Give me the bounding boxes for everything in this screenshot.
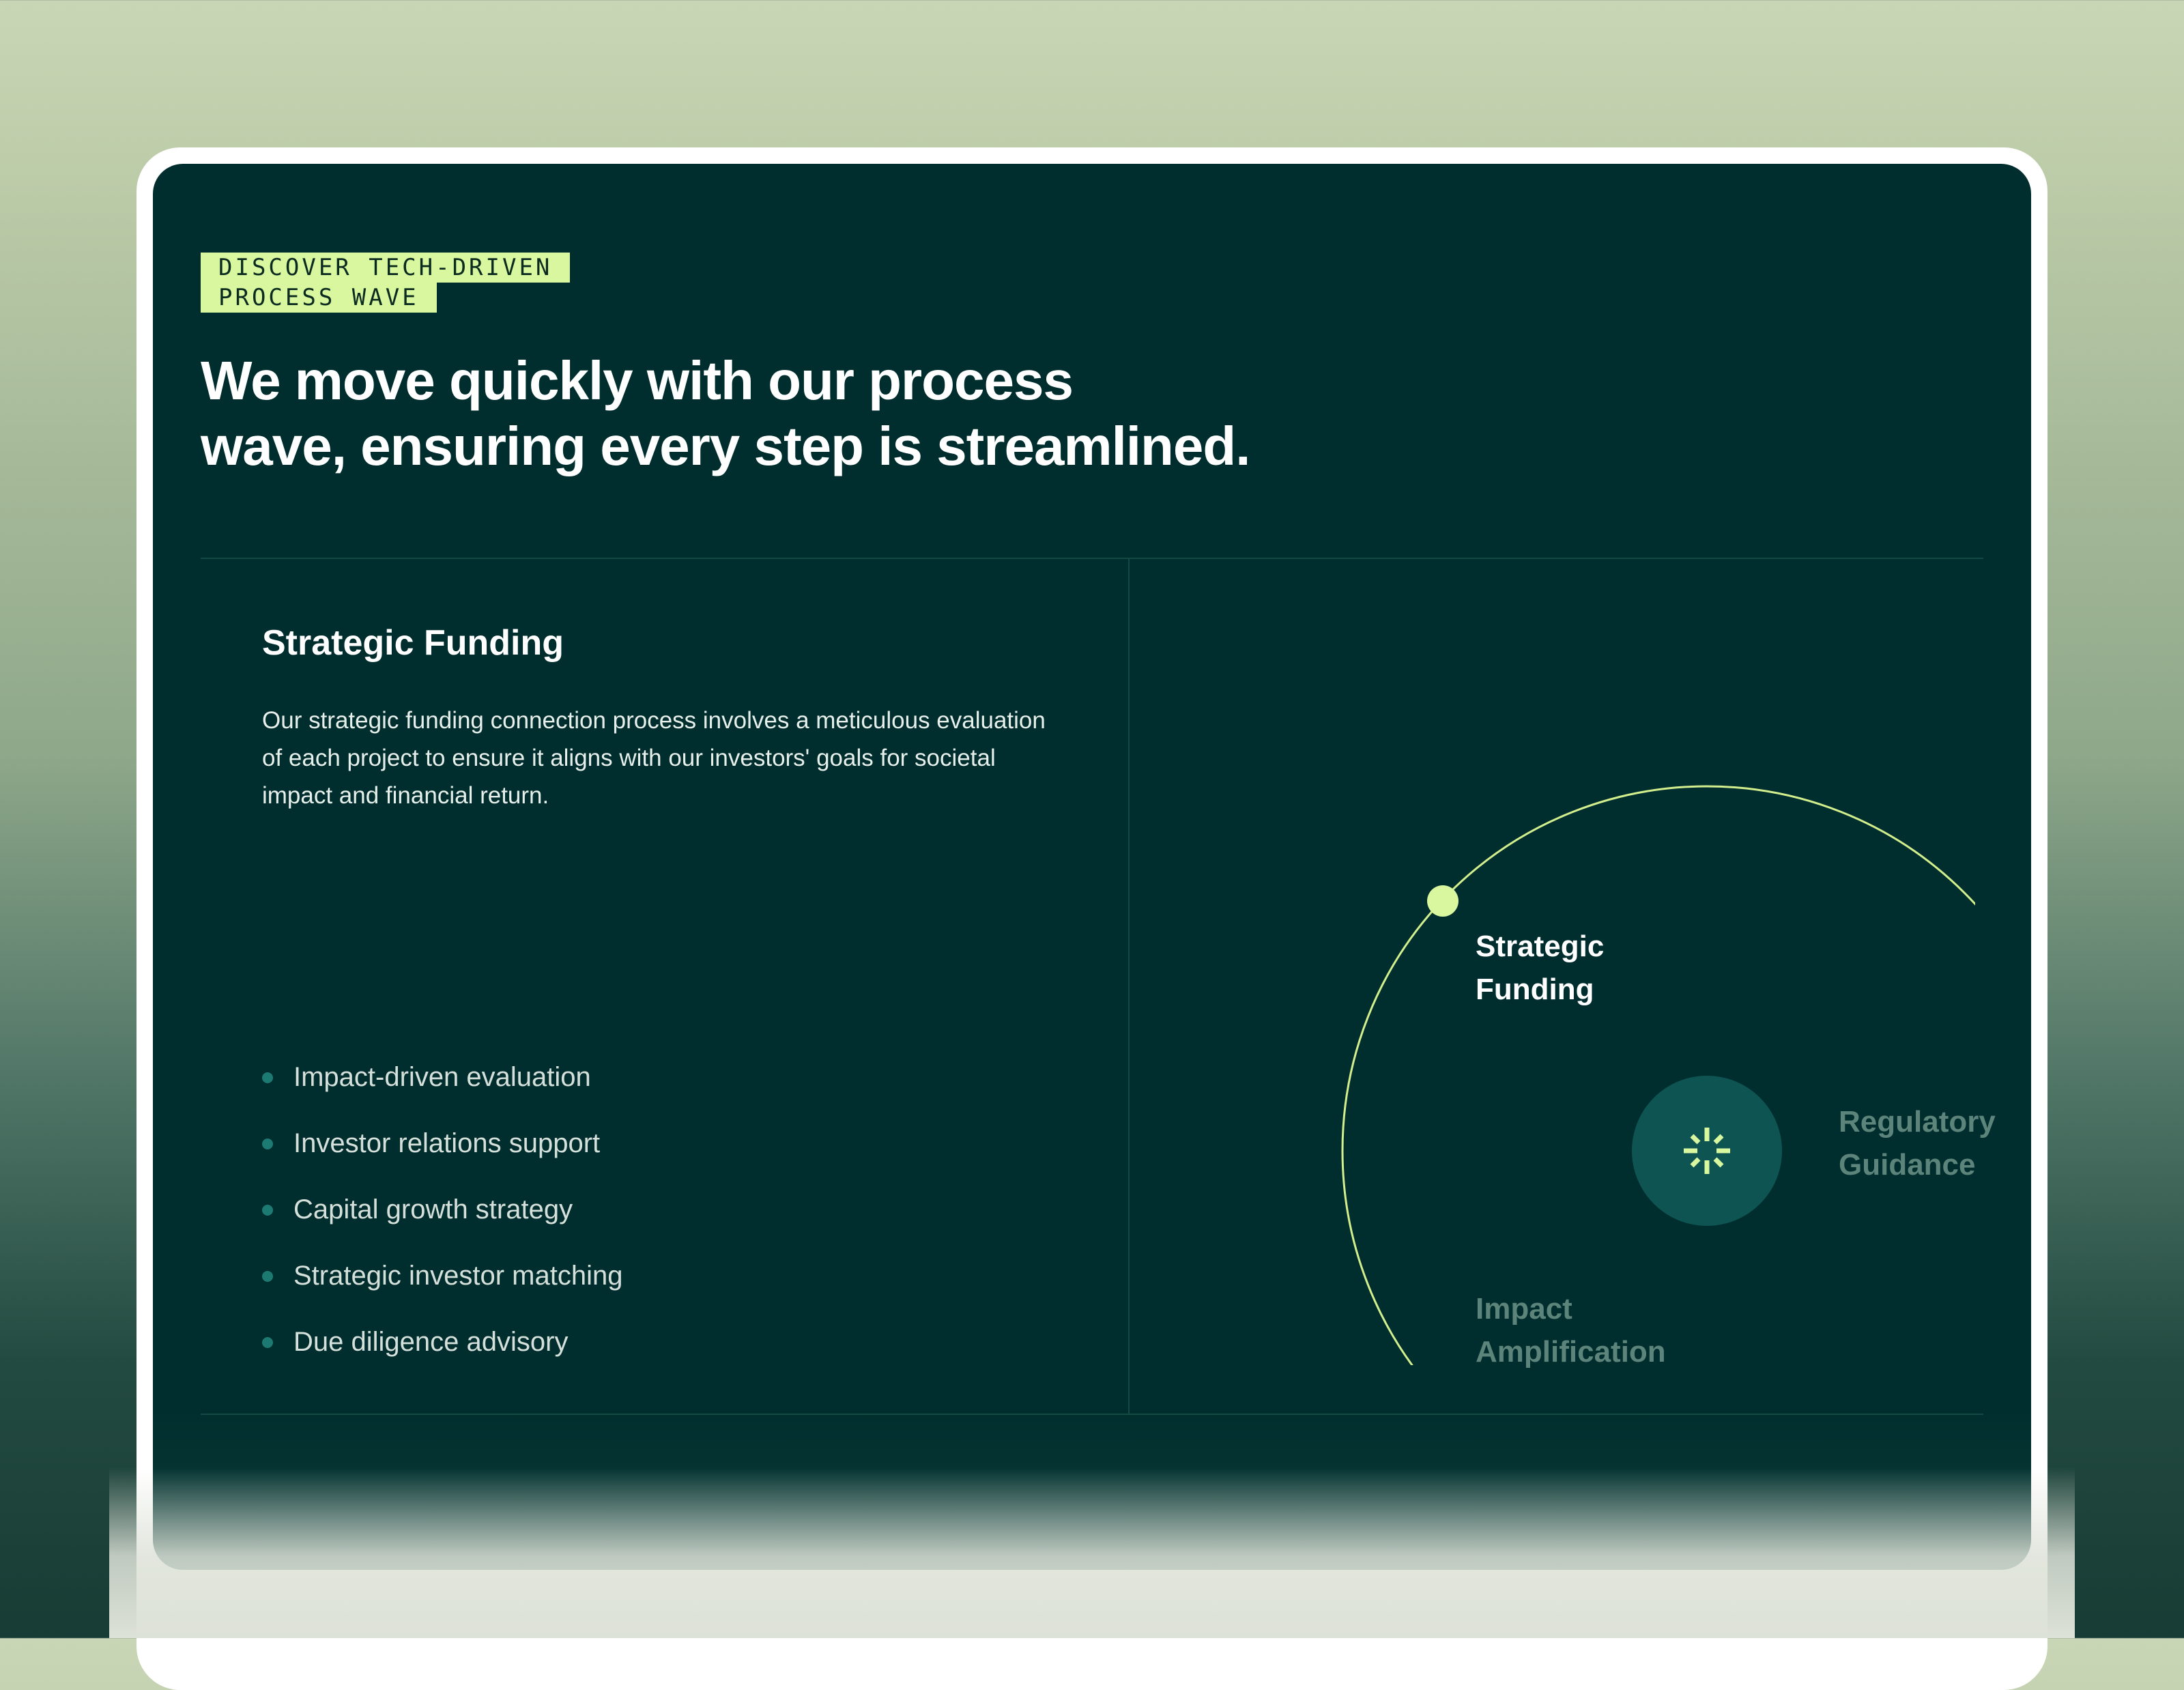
column-divider — [1128, 558, 1130, 1414]
bullet-icon — [262, 1204, 273, 1216]
feature-label: Investor relations support — [293, 1128, 601, 1158]
orbit-label-impact-amplification[interactable]: Impact Amplification — [1476, 1287, 1666, 1373]
bullet-icon — [262, 1138, 273, 1149]
headline-line-1: We move quickly with our process — [201, 350, 1074, 411]
orbit-label-strategic-funding[interactable]: Strategic Funding — [1476, 925, 1604, 1011]
bullet-icon — [262, 1270, 273, 1282]
feature-label: Capital growth strategy — [293, 1194, 573, 1224]
orbit-label-line: Amplification — [1476, 1335, 1666, 1369]
eyebrow-line-2: PROCESS WAVE — [201, 283, 437, 313]
orbit-label-line: Regulatory — [1839, 1105, 1996, 1138]
orbit-label-line: Impact — [1476, 1292, 1572, 1326]
orbit-ring — [1341, 785, 2031, 1517]
step-node-active[interactable] — [1427, 885, 1459, 917]
feature-item: Capital growth strategy — [262, 1177, 622, 1243]
eyebrow-line-1: DISCOVER TECH-DRIVEN — [201, 253, 571, 283]
feature-label: Strategic investor matching — [293, 1261, 623, 1291]
orbit-label-regulatory-guidance[interactable]: Regulatory Guidance — [1839, 1100, 1996, 1186]
bullet-icon — [262, 1336, 273, 1348]
feature-list: Impact-driven evaluation Investor relati… — [262, 1044, 622, 1375]
headline-line-2: wave, ensuring every step is streamlined… — [201, 416, 1250, 476]
bullet-icon — [262, 1072, 273, 1083]
feature-label: Due diligence advisory — [293, 1327, 569, 1357]
feature-item: Investor relations support — [262, 1111, 622, 1177]
process-card: DISCOVER TECH-DRIVEN PROCESS WAVE We mov… — [153, 164, 2031, 1570]
orbit-label-line: Guidance — [1839, 1148, 1976, 1181]
bottom-divider — [201, 1414, 1983, 1415]
eyebrow-tag: DISCOVER TECH-DRIVEN PROCESS WAVE — [201, 253, 571, 313]
center-circle — [1632, 1076, 1782, 1226]
page-headline: We move quickly with our process wave, e… — [201, 348, 1497, 479]
process-orbit: Strategic Funding Regulatory Guidance Im… — [1190, 614, 2031, 1517]
process-step-title: Strategic Funding — [262, 623, 564, 663]
orbit-label-line: Funding — [1476, 973, 1594, 1006]
orbit-label-line: Strategic — [1476, 930, 1605, 963]
feature-label: Impact-driven evaluation — [293, 1062, 591, 1092]
process-step-description: Our strategic funding connection process… — [262, 707, 1046, 809]
feature-item: Due diligence advisory — [262, 1309, 622, 1375]
feature-item: Strategic investor matching — [262, 1243, 622, 1309]
top-divider — [201, 558, 1983, 559]
feature-item: Impact-driven evaluation — [262, 1044, 622, 1111]
